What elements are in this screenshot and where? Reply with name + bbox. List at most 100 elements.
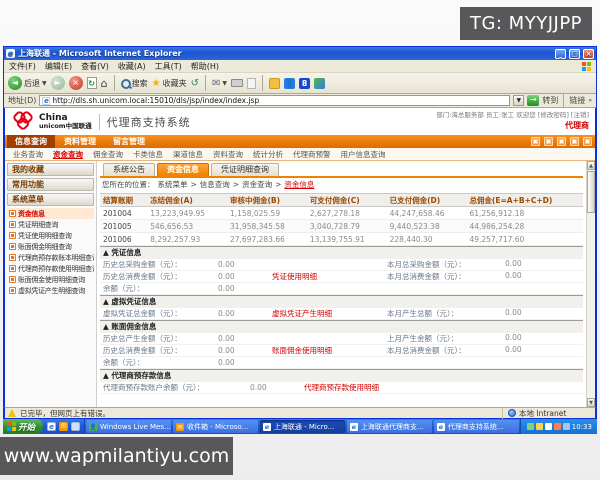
mail-dropdown-icon[interactable]: ▼ (222, 80, 227, 87)
table-header-row: 结算账期 冻结佣金(A) 审核中佣金(B) 可支付佣金(C) 已支付佣金(D) … (100, 194, 583, 207)
taskbar-window-inbox[interactable]: ✉ 收件箱 - Microso... (173, 420, 258, 433)
subnav-item-7[interactable]: 统计分析 (253, 149, 283, 160)
vertical-scrollbar[interactable]: ▲ ▼ (586, 161, 595, 407)
taskbar-window-agent-system[interactable]: e 代理商支持系统... (434, 420, 519, 433)
menu-edit[interactable]: 编辑(E) (45, 61, 72, 72)
scroll-up-icon[interactable]: ▲ (587, 161, 595, 170)
subnav-item-6[interactable]: 资料查询 (213, 149, 243, 160)
sidebar-item-prepay-account[interactable]: 代理商预存款账本明细查询 (7, 252, 94, 263)
search-button[interactable]: 搜索 (121, 78, 148, 89)
subnav-item-8[interactable]: 代理商预警 (293, 149, 331, 160)
subnav-item-1[interactable]: 业务查询 (13, 149, 43, 160)
outlook-icon: ✉ (176, 423, 184, 431)
minimize-button[interactable]: _ (555, 49, 566, 59)
close-button[interactable]: × (583, 49, 594, 59)
subnav-item-3[interactable]: 佣金查询 (93, 149, 123, 160)
go-label[interactable]: 转到 (542, 95, 558, 106)
sidebar-item-voucher-usage[interactable]: 凭证使用明细查询 (7, 230, 94, 241)
links-label[interactable]: 链接 (569, 95, 585, 106)
menu-file[interactable]: 文件(F) (9, 61, 36, 72)
nav-tool-icon-2[interactable]: ▣ (544, 137, 553, 146)
section-title[interactable]: ▲ 虚拟凭证信息 (100, 296, 583, 308)
taskbar-window-live-messenger[interactable]: 👤 Windows Live Mes... (86, 420, 171, 433)
scroll-down-icon[interactable]: ▼ (587, 398, 595, 407)
sidebar-item-prepay-usage[interactable]: 代理商预存款使用明细查询 (7, 263, 94, 274)
bluetooth-icon[interactable]: 8 (299, 78, 310, 89)
nav-info-query[interactable]: 信息查询 (7, 135, 55, 148)
nav-tool-icon-5[interactable]: ▣ (583, 137, 592, 146)
address-url: http://dls.sh.unicom.local:15010/dls/jsp… (52, 96, 259, 105)
print-button[interactable] (231, 79, 243, 87)
edit-button[interactable] (247, 78, 256, 89)
nav-tool-icon-3[interactable]: ▣ (557, 137, 566, 146)
subnav-item-5[interactable]: 渠道信息 (173, 149, 203, 160)
quicklaunch-mail-icon[interactable]: ✉ (59, 422, 68, 431)
menu-item-icon (9, 254, 16, 261)
breadcrumb-item[interactable]: 系统菜单 (158, 179, 188, 190)
nav-tool-icon-1[interactable]: ▣ (531, 137, 540, 146)
sidebar-item-book-usage[interactable]: 账面佣金使用明细查询 (7, 274, 94, 285)
section-title[interactable]: ▲ 代理商预存款信息 (100, 370, 583, 382)
section-title[interactable]: ▲ 凭证信息 (100, 247, 583, 259)
book-usage-link[interactable]: 账面佣金使用明细 (272, 345, 387, 356)
favorites-button[interactable]: ★ 收藏夹 (152, 78, 187, 89)
quicklaunch-desktop-icon[interactable] (71, 422, 80, 431)
history-button[interactable]: ↺ (191, 78, 199, 89)
home-button[interactable]: ⌂ (101, 77, 108, 90)
voucher-usage-link[interactable]: 凭证使用明细 (272, 271, 387, 282)
sidebar-section-common[interactable]: 常用功能 (7, 178, 94, 191)
scroll-thumb[interactable] (587, 171, 595, 213)
menu-tools[interactable]: 工具(T) (155, 61, 182, 72)
tray-icon-1[interactable] (527, 423, 534, 430)
msn-icon[interactable] (314, 78, 325, 89)
go-arrow-icon[interactable]: → (527, 95, 539, 106)
user-info[interactable]: 部门:海总服务部 员工:张工 欢迎您 [修改密码] [注销] (436, 111, 589, 121)
sidebar-item-virtual-voucher[interactable]: 虚拟凭证产生明细查询 (7, 285, 94, 296)
address-input[interactable]: e http://dls.sh.unicom.local:15010/dls/j… (39, 95, 510, 106)
nav-data-manage[interactable]: 资料管理 (56, 135, 104, 148)
links-chevron-icon[interactable]: » (588, 97, 592, 104)
back-dropdown-icon[interactable]: ▼ (42, 80, 47, 87)
address-dropdown-icon[interactable]: ▼ (513, 95, 524, 106)
quicklaunch-ie-icon[interactable]: e (47, 422, 56, 431)
subnav-item-4[interactable]: 卡类信息 (133, 149, 163, 160)
forward-button[interactable]: ► (51, 76, 65, 90)
sidebar-item-voucher-detail[interactable]: 凭证明细查询 (7, 219, 94, 230)
sidebar-section-favorites[interactable]: 我的收藏 (7, 163, 94, 176)
back-button[interactable]: ◄ 后退 ▼ (8, 76, 47, 90)
breadcrumb-item[interactable]: 资金查询 (242, 179, 272, 190)
subnav-item-2[interactable]: 资金查询 (53, 149, 83, 160)
sidebar-item-funds-info[interactable]: 资金信息 (7, 208, 94, 219)
tray-icon-5[interactable] (563, 423, 570, 430)
nav-message-manage[interactable]: 留言管理 (105, 135, 153, 148)
maximize-button[interactable]: □ (569, 49, 580, 59)
prepay-usage-link[interactable]: 代理商预存款使用明细 (304, 382, 583, 393)
subnav-item-9[interactable]: 用户信息查询 (341, 149, 386, 160)
menu-view[interactable]: 查看(V) (81, 61, 109, 72)
tab-system-notice[interactable]: 系统公告 (103, 163, 155, 176)
tray-icon-2[interactable] (536, 423, 543, 430)
intranet-globe-icon (508, 409, 516, 417)
col-period: 结算账期 (100, 194, 147, 207)
mail-button[interactable]: ✉ ▼ (212, 78, 227, 89)
sidebar-item-book-commission[interactable]: 账面佣金明细查询 (7, 241, 94, 252)
tab-funds-info[interactable]: 资金信息 (157, 163, 209, 176)
refresh-button[interactable]: ↻ (87, 77, 97, 89)
start-button[interactable]: 开始 (3, 419, 43, 434)
tray-icon-4[interactable] (554, 423, 561, 430)
virtual-voucher-link[interactable]: 虚拟凭证产生明细 (272, 308, 387, 319)
messenger-icon[interactable]: 👤 (284, 78, 295, 89)
taskbar-window-agent-portal[interactable]: e 上海联通代理商支... (347, 420, 432, 433)
taskbar-window-shanghai-unicom[interactable]: e 上海联通 - Micro... (260, 420, 345, 433)
sidebar-section-menu[interactable]: 系统菜单 (7, 193, 94, 206)
section-title[interactable]: ▲ 账面佣金信息 (100, 321, 583, 333)
breadcrumb-prefix: 您所在的位置： (102, 179, 155, 190)
breadcrumb-item[interactable]: 信息查询 (200, 179, 230, 190)
menu-favorites[interactable]: 收藏(A) (118, 61, 146, 72)
menu-help[interactable]: 帮助(H) (191, 61, 219, 72)
folder-icon[interactable] (269, 78, 280, 89)
tray-icon-3[interactable] (545, 423, 552, 430)
stop-button[interactable]: × (69, 76, 83, 90)
nav-tool-icon-4[interactable]: ▣ (570, 137, 579, 146)
tab-voucher-detail[interactable]: 凭证明细查询 (211, 163, 279, 176)
